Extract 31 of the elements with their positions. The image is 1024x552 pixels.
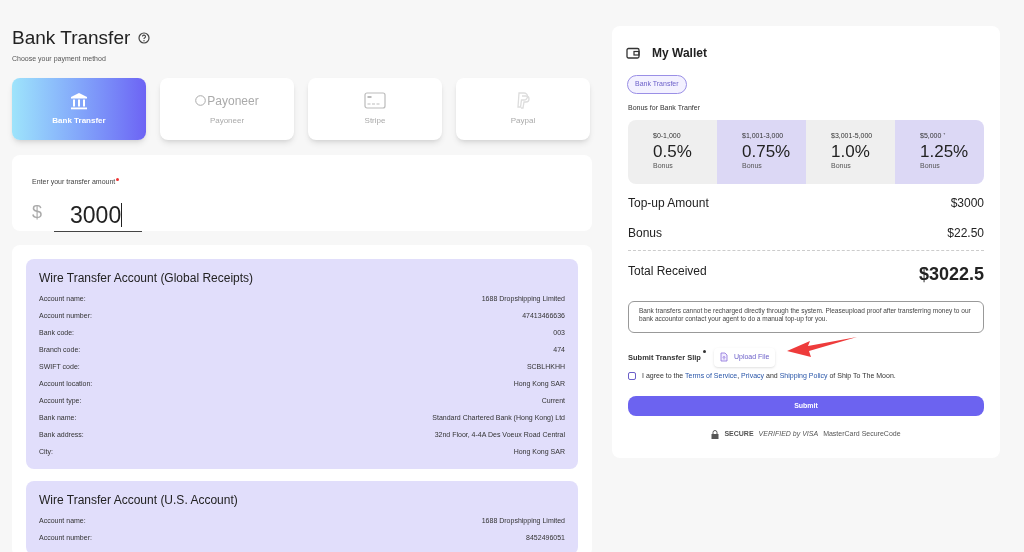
bonus-label: Bonus [628,225,663,242]
account-title: Wire Transfer Account (U.S. Account) [39,492,239,507]
account-title: Wire Transfer Account (Global Receipts) [39,270,255,285]
card-icon [364,92,386,109]
topup-value: $3000 [950,195,984,212]
bank-icon [69,90,89,111]
circle-icon [195,95,207,106]
payment-method-tab[interactable]: Bank Transfer [12,77,146,140]
page-title: Bank Transfer [12,26,131,50]
agree-checkbox[interactable] [628,371,636,380]
help-icon[interactable] [138,32,151,44]
lock-icon [711,429,720,439]
arrow-icon [786,336,858,358]
tier-rate: 1.25% [920,141,969,162]
wallet-icon [626,47,640,59]
topup-label: Top-up Amount [628,195,709,212]
amount-input[interactable]: 3000 [54,200,142,232]
payment-method-tab[interactable]: Payoneer Payoneer [160,77,294,140]
currency-symbol: $ [32,200,42,224]
total-label: Total Received [628,263,707,280]
payment-method-tab[interactable]: Paypal [456,77,590,140]
paypal-icon [516,92,530,109]
bonus-value: $22.50 [947,225,984,242]
payment-method-tab[interactable]: Stripe [308,77,442,140]
upload-icon [719,352,728,363]
tier-rate: 0.5% [653,141,692,162]
logo-text: Payoneer [207,92,259,110]
wallet-title: My Wallet [652,45,707,62]
tier-rate: 0.75% [742,141,791,162]
tier-rate: 1.0% [831,141,870,162]
total-value: $3022.5 [918,263,984,286]
